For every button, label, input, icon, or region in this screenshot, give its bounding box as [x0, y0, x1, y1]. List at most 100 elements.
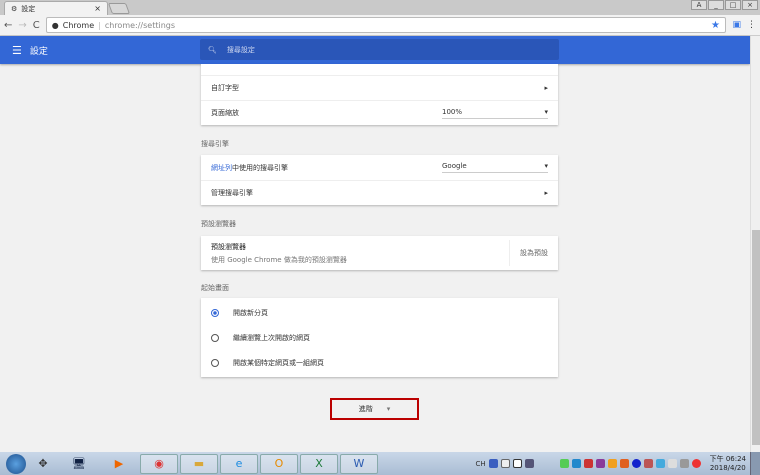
- minimize-button[interactable]: _: [708, 0, 724, 10]
- search-input[interactable]: 🔍︎ 搜尋設定: [200, 39, 559, 60]
- ime-icon[interactable]: [488, 459, 498, 468]
- site-info-icon[interactable]: ●: [52, 21, 59, 30]
- tray-app-icon[interactable]: [655, 459, 665, 468]
- scrollbar-thumb[interactable]: [752, 230, 760, 445]
- startup-option-continue[interactable]: 繼續瀏覽上次開啟的網頁: [201, 325, 558, 350]
- reload-icon[interactable]: C: [33, 20, 40, 31]
- default-browser-subtitle: 使用 Google Chrome 做為我的預設瀏覽器: [211, 255, 347, 264]
- startup-option-new-tab[interactable]: 開啟新分頁: [201, 300, 558, 325]
- show-desktop-button[interactable]: [750, 452, 760, 475]
- page-zoom-row: 頁面縮放 100% ▾: [201, 100, 558, 125]
- startup-option-specific-pages[interactable]: 開啟某個特定網頁或一組網頁: [201, 350, 558, 375]
- onenote-icon[interactable]: [595, 459, 605, 468]
- search-placeholder: 搜尋設定: [226, 45, 255, 54]
- set-default-button[interactable]: 設為預設: [509, 240, 558, 266]
- internet-explorer-icon[interactable]: e: [220, 453, 258, 474]
- scrollbar[interactable]: [750, 36, 760, 452]
- word-icon[interactable]: W: [340, 453, 378, 474]
- media-player-icon[interactable]: ▶: [100, 454, 138, 474]
- tab-strip: ⚙ 設定 × A _ □ ×: [0, 0, 760, 15]
- omnibox-site: Chrome: [62, 20, 95, 30]
- default-browser-card: 預設瀏覽器 使用 Google Chrome 做為我的預設瀏覽器 設為預設: [201, 236, 558, 270]
- option-label: 開啟某個特定網頁或一組網頁: [233, 358, 324, 367]
- volume-icon[interactable]: [643, 459, 653, 468]
- advanced-label: 進階: [358, 405, 373, 413]
- close-tab-button[interactable]: ×: [94, 4, 101, 13]
- startup-card: 開啟新分頁 繼續瀏覽上次開啟的網頁 開啟某個特定網頁或一組網頁: [201, 298, 558, 377]
- tray-app-icon[interactable]: [631, 459, 641, 468]
- system-tray: CH 下午 06:24 2018/4/20: [475, 452, 746, 475]
- tray-app-icon[interactable]: [583, 459, 593, 468]
- desktop-icon[interactable]: 🖥︎: [60, 454, 98, 474]
- section-default-browser: 預設瀏覽器: [201, 220, 236, 228]
- ime-settings-icon[interactable]: [524, 459, 534, 468]
- clock-time: 下午 06:24: [709, 454, 746, 463]
- row-label: 中使用的搜尋引擎: [232, 163, 288, 172]
- tray-app-icon[interactable]: [559, 459, 569, 468]
- tray-app-icon[interactable]: [607, 459, 617, 468]
- page-title: 設定: [29, 46, 48, 57]
- chevron-right-icon: ▸: [544, 189, 548, 197]
- manage-search-engines-row[interactable]: 管理搜尋引擎 ▸: [201, 180, 558, 205]
- radio-button[interactable]: [211, 308, 219, 317]
- extension-icon[interactable]: ▣: [732, 20, 741, 30]
- gear-icon: ⚙: [11, 4, 18, 13]
- back-icon[interactable]: ←: [4, 20, 12, 31]
- chevron-right-icon: ▸: [544, 84, 548, 92]
- taskbar: ✥ 🖥︎ ▶ ◉ ▬ e O X W CH 下午 06:24 2018/4/20: [0, 452, 760, 475]
- row-label: 管理搜尋引擎: [211, 189, 253, 197]
- toolbar: ← → C ● Chrome | chrome://settings ★ ▣ ⋮: [0, 15, 760, 36]
- move-icon[interactable]: ✥: [28, 454, 58, 474]
- search-engine-card: 網址列中使用的搜尋引擎 Google ▾ 管理搜尋引擎 ▸: [201, 155, 558, 205]
- appearance-card: 自訂字型 ▸ 頁面縮放 100% ▾: [201, 64, 558, 125]
- tab-settings[interactable]: ⚙ 設定 ×: [4, 1, 108, 15]
- address-bar-link[interactable]: 網址列: [211, 164, 232, 172]
- search-engine-select[interactable]: Google ▾: [442, 162, 548, 173]
- chrome-icon[interactable]: ◉: [140, 453, 178, 474]
- radio-button[interactable]: [211, 333, 219, 342]
- chevron-down-icon: ▾: [386, 405, 391, 413]
- close-window-button[interactable]: ×: [742, 0, 758, 10]
- language-indicator[interactable]: CH: [475, 460, 485, 468]
- star-icon[interactable]: ★: [711, 20, 720, 31]
- user-button[interactable]: A: [691, 0, 707, 10]
- tray-app-icon[interactable]: [571, 459, 581, 468]
- file-explorer-icon[interactable]: ▬: [180, 453, 218, 474]
- clock-date: 2018/4/20: [709, 463, 746, 472]
- omnibox[interactable]: ● Chrome | chrome://settings ★: [45, 17, 727, 33]
- ime-mode-icon[interactable]: [500, 459, 510, 468]
- address-bar-engine-row: 網址列中使用的搜尋引擎 Google ▾: [201, 155, 558, 180]
- start-button[interactable]: [6, 453, 26, 474]
- forward-icon[interactable]: →: [18, 20, 26, 31]
- chevron-down-icon: ▾: [544, 162, 548, 170]
- search-icon: 🔍︎: [208, 45, 217, 54]
- radio-button[interactable]: [211, 358, 219, 367]
- option-label: 開啟新分頁: [233, 308, 268, 317]
- tab-title: 設定: [21, 4, 36, 13]
- chevron-down-icon: ▾: [544, 107, 548, 116]
- omnibox-url: chrome://settings: [104, 20, 176, 30]
- ime-width-icon[interactable]: [512, 459, 522, 468]
- clock[interactable]: 下午 06:24 2018/4/20: [710, 455, 746, 473]
- tray-app-icon[interactable]: [619, 459, 629, 468]
- page-zoom-select[interactable]: 100% ▾: [442, 108, 548, 119]
- select-value: 100%: [442, 107, 463, 116]
- custom-fonts-row[interactable]: 自訂字型 ▸: [201, 75, 558, 100]
- new-tab-button[interactable]: [107, 3, 131, 14]
- excel-icon[interactable]: X: [300, 453, 338, 474]
- section-startup: 起始畫面: [201, 284, 229, 292]
- section-search-engine: 搜尋引擎: [201, 140, 229, 148]
- action-center-icon[interactable]: [667, 459, 677, 468]
- select-value: Google: [442, 162, 467, 170]
- hamburger-icon[interactable]: ☰: [12, 44, 22, 57]
- outlook-icon[interactable]: O: [260, 453, 298, 474]
- menu-icon[interactable]: ⋮: [747, 20, 756, 30]
- maximize-button[interactable]: □: [725, 0, 741, 10]
- option-label: 繼續瀏覽上次開啟的網頁: [233, 333, 310, 342]
- default-browser-title: 預設瀏覽器: [211, 242, 246, 251]
- row-label: 頁面縮放: [211, 109, 239, 117]
- row-label: 自訂字型: [211, 84, 239, 92]
- tray-alert-icon[interactable]: [691, 459, 701, 468]
- network-icon[interactable]: [679, 459, 689, 468]
- advanced-button[interactable]: 進階 ▾: [330, 398, 419, 420]
